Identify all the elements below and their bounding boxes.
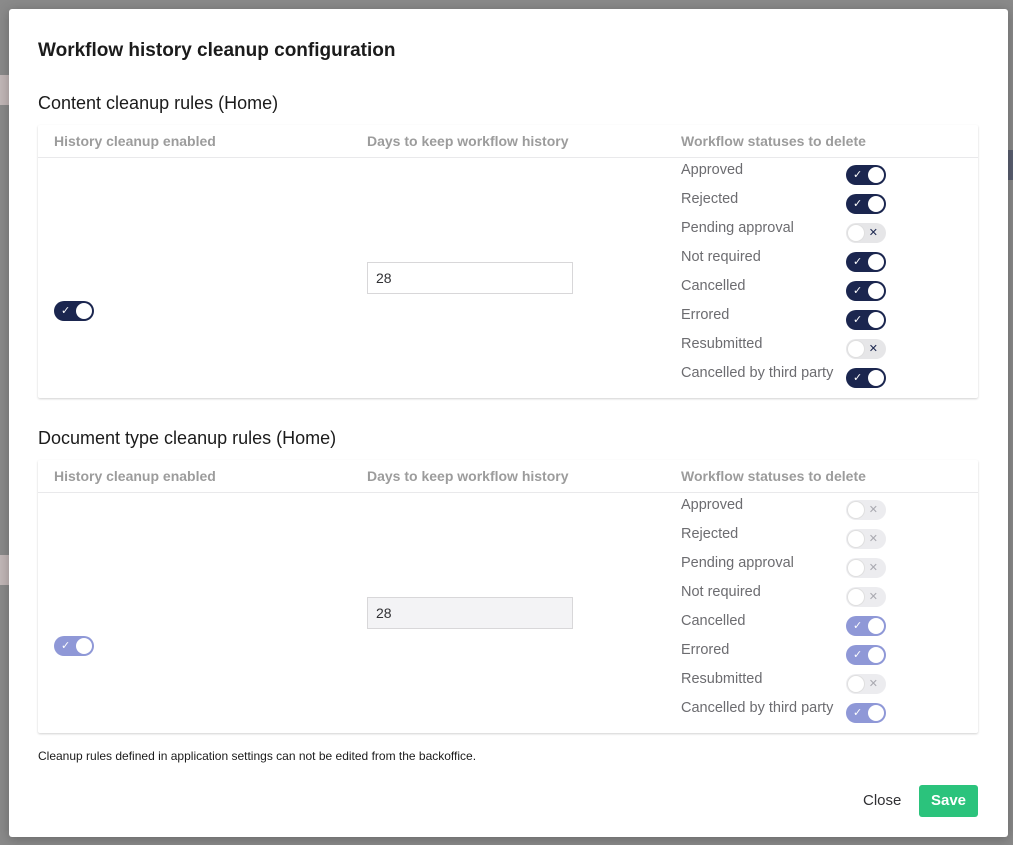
status-label: Pending approval <box>681 555 794 571</box>
status-label: Cancelled <box>681 613 746 629</box>
close-button[interactable]: Close <box>851 785 913 817</box>
status-row: Cancelled by third party ✓ <box>681 361 901 390</box>
cross-icon: ✕ <box>868 562 878 574</box>
check-icon: ✓ <box>853 707 863 719</box>
check-icon: ✓ <box>853 372 863 384</box>
status-row: Not required ✓ <box>681 245 901 274</box>
status-toggle: ✓ <box>846 645 886 665</box>
cleanup-config-dialog: Workflow history cleanup configuration C… <box>9 9 1008 837</box>
status-row: Resubmitted ✕ <box>681 332 901 361</box>
content-rules-title: Content cleanup rules (Home) <box>38 93 279 113</box>
status-row: Approved ✓ <box>681 158 901 187</box>
status-toggle[interactable]: ✓ <box>846 252 886 272</box>
status-row: Cancelled ✓ <box>681 609 901 638</box>
status-label: Cancelled by third party <box>681 365 834 381</box>
content-rules-panel: History cleanup enabled Days to keep wor… <box>38 125 978 398</box>
status-label: Errored <box>681 642 730 658</box>
status-row: Rejected ✕ <box>681 522 901 551</box>
status-toggle[interactable]: ✓ <box>846 310 886 330</box>
status-toggle: ✕ <box>846 500 886 520</box>
status-toggle: ✕ <box>846 529 886 549</box>
col-statuses-header: Workflow statuses to delete <box>681 133 866 149</box>
cross-icon: ✕ <box>868 591 878 603</box>
status-toggle[interactable]: ✓ <box>846 368 886 388</box>
doctype-cleanup-enabled-toggle: ✓ <box>54 636 94 656</box>
status-row: Rejected ✓ <box>681 187 901 216</box>
status-toggle[interactable]: ✕ <box>846 339 886 359</box>
status-label: Resubmitted <box>681 336 763 352</box>
cross-icon: ✕ <box>868 343 878 355</box>
cross-icon: ✕ <box>868 504 878 516</box>
check-icon: ✓ <box>853 169 863 181</box>
status-row: Approved ✕ <box>681 493 901 522</box>
status-toggle[interactable]: ✓ <box>846 194 886 214</box>
status-label: Resubmitted <box>681 671 763 687</box>
status-toggle[interactable]: ✕ <box>846 223 886 243</box>
status-label: Cancelled <box>681 278 746 294</box>
check-icon: ✓ <box>853 256 863 268</box>
content-cleanup-enabled-toggle[interactable]: ✓ <box>54 301 94 321</box>
status-toggle: ✕ <box>846 558 886 578</box>
status-row: Errored ✓ <box>681 303 901 332</box>
status-label: Rejected <box>681 526 739 542</box>
status-label: Errored <box>681 307 730 323</box>
doctype-rules-header: History cleanup enabled Days to keep wor… <box>38 460 978 493</box>
status-row: Pending approval ✕ <box>681 216 901 245</box>
status-row: Cancelled by third party ✓ <box>681 696 901 725</box>
status-label: Approved <box>681 497 744 513</box>
status-row: Not required ✕ <box>681 580 901 609</box>
status-row: Resubmitted ✕ <box>681 667 901 696</box>
col-days-header: Days to keep workflow history <box>367 133 569 149</box>
check-icon: ✓ <box>853 198 863 210</box>
dialog-title: Workflow history cleanup configuration <box>38 40 396 61</box>
doctype-rules-title: Document type cleanup rules (Home) <box>38 428 337 448</box>
check-icon: ✓ <box>61 305 71 317</box>
status-row: Cancelled ✓ <box>681 274 901 303</box>
status-toggle: ✓ <box>846 703 886 723</box>
status-label: Rejected <box>681 191 739 207</box>
content-days-input[interactable]: 28 <box>367 262 573 294</box>
save-button[interactable]: Save <box>919 785 978 817</box>
cross-icon: ✕ <box>868 227 878 239</box>
col-enabled-header: History cleanup enabled <box>54 133 216 149</box>
cross-icon: ✕ <box>868 533 878 545</box>
cross-icon: ✕ <box>868 678 878 690</box>
check-icon: ✓ <box>853 285 863 297</box>
status-label: Cancelled by third party <box>681 700 834 716</box>
status-toggle: ✓ <box>846 616 886 636</box>
status-toggle: ✕ <box>846 587 886 607</box>
doctype-status-list: Approved ✕ Rejected ✕ Pending approval ✕ Not r… <box>681 493 901 725</box>
doctype-days-input: 28 <box>367 597 573 629</box>
status-row: Pending approval ✕ <box>681 551 901 580</box>
check-icon: ✓ <box>61 640 71 652</box>
status-label: Pending approval <box>681 220 794 236</box>
status-row: Errored ✓ <box>681 638 901 667</box>
status-toggle: ✕ <box>846 674 886 694</box>
check-icon: ✓ <box>853 620 863 632</box>
content-status-list: Approved ✓ Rejected ✓ Pending approval ✕ Not r… <box>681 158 901 390</box>
check-icon: ✓ <box>853 649 863 661</box>
status-toggle[interactable]: ✓ <box>846 281 886 301</box>
status-label: Approved <box>681 162 744 178</box>
doctype-rules-panel: History cleanup enabled Days to keep wor… <box>38 460 978 733</box>
col-statuses-header: Workflow statuses to delete <box>681 468 866 484</box>
status-label: Not required <box>681 584 761 600</box>
status-label: Not required <box>681 249 761 265</box>
status-toggle[interactable]: ✓ <box>846 165 886 185</box>
check-icon: ✓ <box>853 314 863 326</box>
settings-footnote: Cleanup rules defined in application set… <box>38 749 477 763</box>
content-rules-header: History cleanup enabled Days to keep wor… <box>38 125 978 158</box>
col-enabled-header: History cleanup enabled <box>54 468 216 484</box>
col-days-header: Days to keep workflow history <box>367 468 569 484</box>
